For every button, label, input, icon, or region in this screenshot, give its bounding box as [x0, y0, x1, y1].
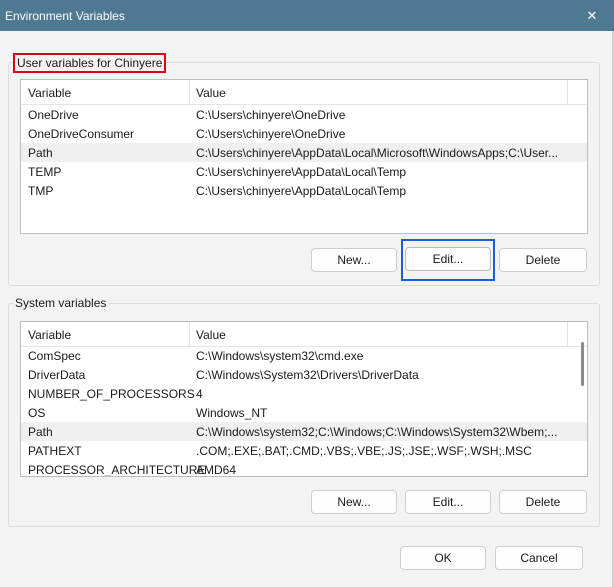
variable-name: DriverData [28, 368, 86, 382]
list-item[interactable]: TMP C:\Users\chinyere\AppData\Local\Temp [21, 181, 587, 200]
variable-value: C:\Windows\system32\cmd.exe [196, 349, 364, 363]
variable-name: OneDriveConsumer [28, 127, 135, 141]
variable-value: C:\Users\chinyere\AppData\Local\Temp [196, 184, 407, 198]
list-item[interactable]: PROCESSOR_ARCHITECTURE AMD64 [21, 460, 587, 477]
variable-value: 4 [196, 387, 203, 401]
system-list-header: Variable Value [21, 322, 587, 347]
column-divider[interactable] [189, 322, 190, 346]
system-variables-legend: System variables [13, 296, 109, 310]
variable-value: C:\Users\chinyere\OneDrive [196, 108, 346, 122]
list-item[interactable]: OneDrive C:\Users\chinyere\OneDrive [21, 105, 587, 124]
close-icon[interactable]: ✕ [570, 0, 614, 31]
variable-value: C:\Users\chinyere\AppData\Local\Microsof… [196, 146, 559, 160]
variable-value: Windows_NT [196, 406, 268, 420]
list-item[interactable]: NUMBER_OF_PROCESSORS 4 [21, 384, 587, 403]
user-list-header: Variable Value [21, 80, 587, 105]
vertical-scrollbar[interactable] [579, 322, 585, 476]
list-item[interactable]: OneDriveConsumer C:\Users\chinyere\OneDr… [21, 124, 587, 143]
user-variables-list[interactable]: Variable Value OneDrive C:\Users\chinyer… [20, 79, 588, 234]
variable-name: OS [28, 406, 46, 420]
title-bar: Environment Variables ✕ [0, 0, 614, 31]
variable-name: OneDrive [28, 108, 79, 122]
variable-value: C:\Windows\System32\Drivers\DriverData [196, 368, 419, 382]
variable-name: TEMP [28, 165, 62, 179]
column-divider[interactable] [189, 80, 190, 104]
system-edit-button[interactable]: Edit... [405, 490, 491, 514]
variable-name: NUMBER_OF_PROCESSORS [28, 387, 195, 401]
column-divider[interactable] [567, 80, 568, 104]
column-header-variable[interactable]: Variable [28, 328, 71, 342]
list-item[interactable]: ComSpec C:\Windows\system32\cmd.exe [21, 346, 587, 365]
variable-name: Path [28, 425, 53, 439]
column-header-value[interactable]: Value [196, 328, 226, 342]
user-edit-button[interactable]: Edit... [405, 247, 491, 271]
variable-name: PATHEXT [28, 444, 82, 458]
list-item[interactable]: OS Windows_NT [21, 403, 587, 422]
variable-value: C:\Users\chinyere\AppData\Local\Temp [196, 165, 407, 179]
variable-value: AMD64 [196, 463, 237, 477]
variable-name: ComSpec [28, 349, 81, 363]
system-delete-button[interactable]: Delete [499, 490, 587, 514]
variable-name: Path [28, 146, 53, 160]
list-item[interactable]: PATHEXT .COM;.EXE;.BAT;.CMD;.VBS;.VBE;.J… [21, 441, 587, 460]
cancel-button[interactable]: Cancel [495, 546, 583, 570]
variable-value: .COM;.EXE;.BAT;.CMD;.VBS;.VBE;.JS;.JSE;.… [196, 444, 532, 458]
user-variables-legend: User variables for Chinyere [13, 53, 167, 73]
column-header-value[interactable]: Value [196, 86, 226, 100]
column-divider[interactable] [567, 322, 568, 346]
column-header-variable[interactable]: Variable [28, 86, 71, 100]
system-new-button[interactable]: New... [311, 490, 397, 514]
list-item-selected[interactable]: Path C:\Users\chinyere\AppData\Local\Mic… [21, 143, 587, 162]
list-item[interactable]: TEMP C:\Users\chinyere\AppData\Local\Tem… [21, 162, 587, 181]
variable-name: TMP [28, 184, 54, 198]
scrollbar-thumb[interactable] [581, 342, 584, 386]
variable-value: C:\Windows\system32;C:\Windows;C:\Window… [196, 425, 558, 439]
list-item-selected[interactable]: Path C:\Windows\system32;C:\Windows;C:\W… [21, 422, 587, 441]
variable-value: C:\Users\chinyere\OneDrive [196, 127, 346, 141]
ok-button[interactable]: OK [400, 546, 486, 570]
system-variables-list[interactable]: Variable Value ComSpec C:\Windows\system… [20, 321, 588, 477]
window-title: Environment Variables [5, 9, 125, 23]
user-new-button[interactable]: New... [311, 248, 397, 272]
list-item[interactable]: DriverData C:\Windows\System32\Drivers\D… [21, 365, 587, 384]
user-delete-button[interactable]: Delete [499, 248, 587, 272]
variable-name: PROCESSOR_ARCHITECTURE [28, 463, 206, 477]
